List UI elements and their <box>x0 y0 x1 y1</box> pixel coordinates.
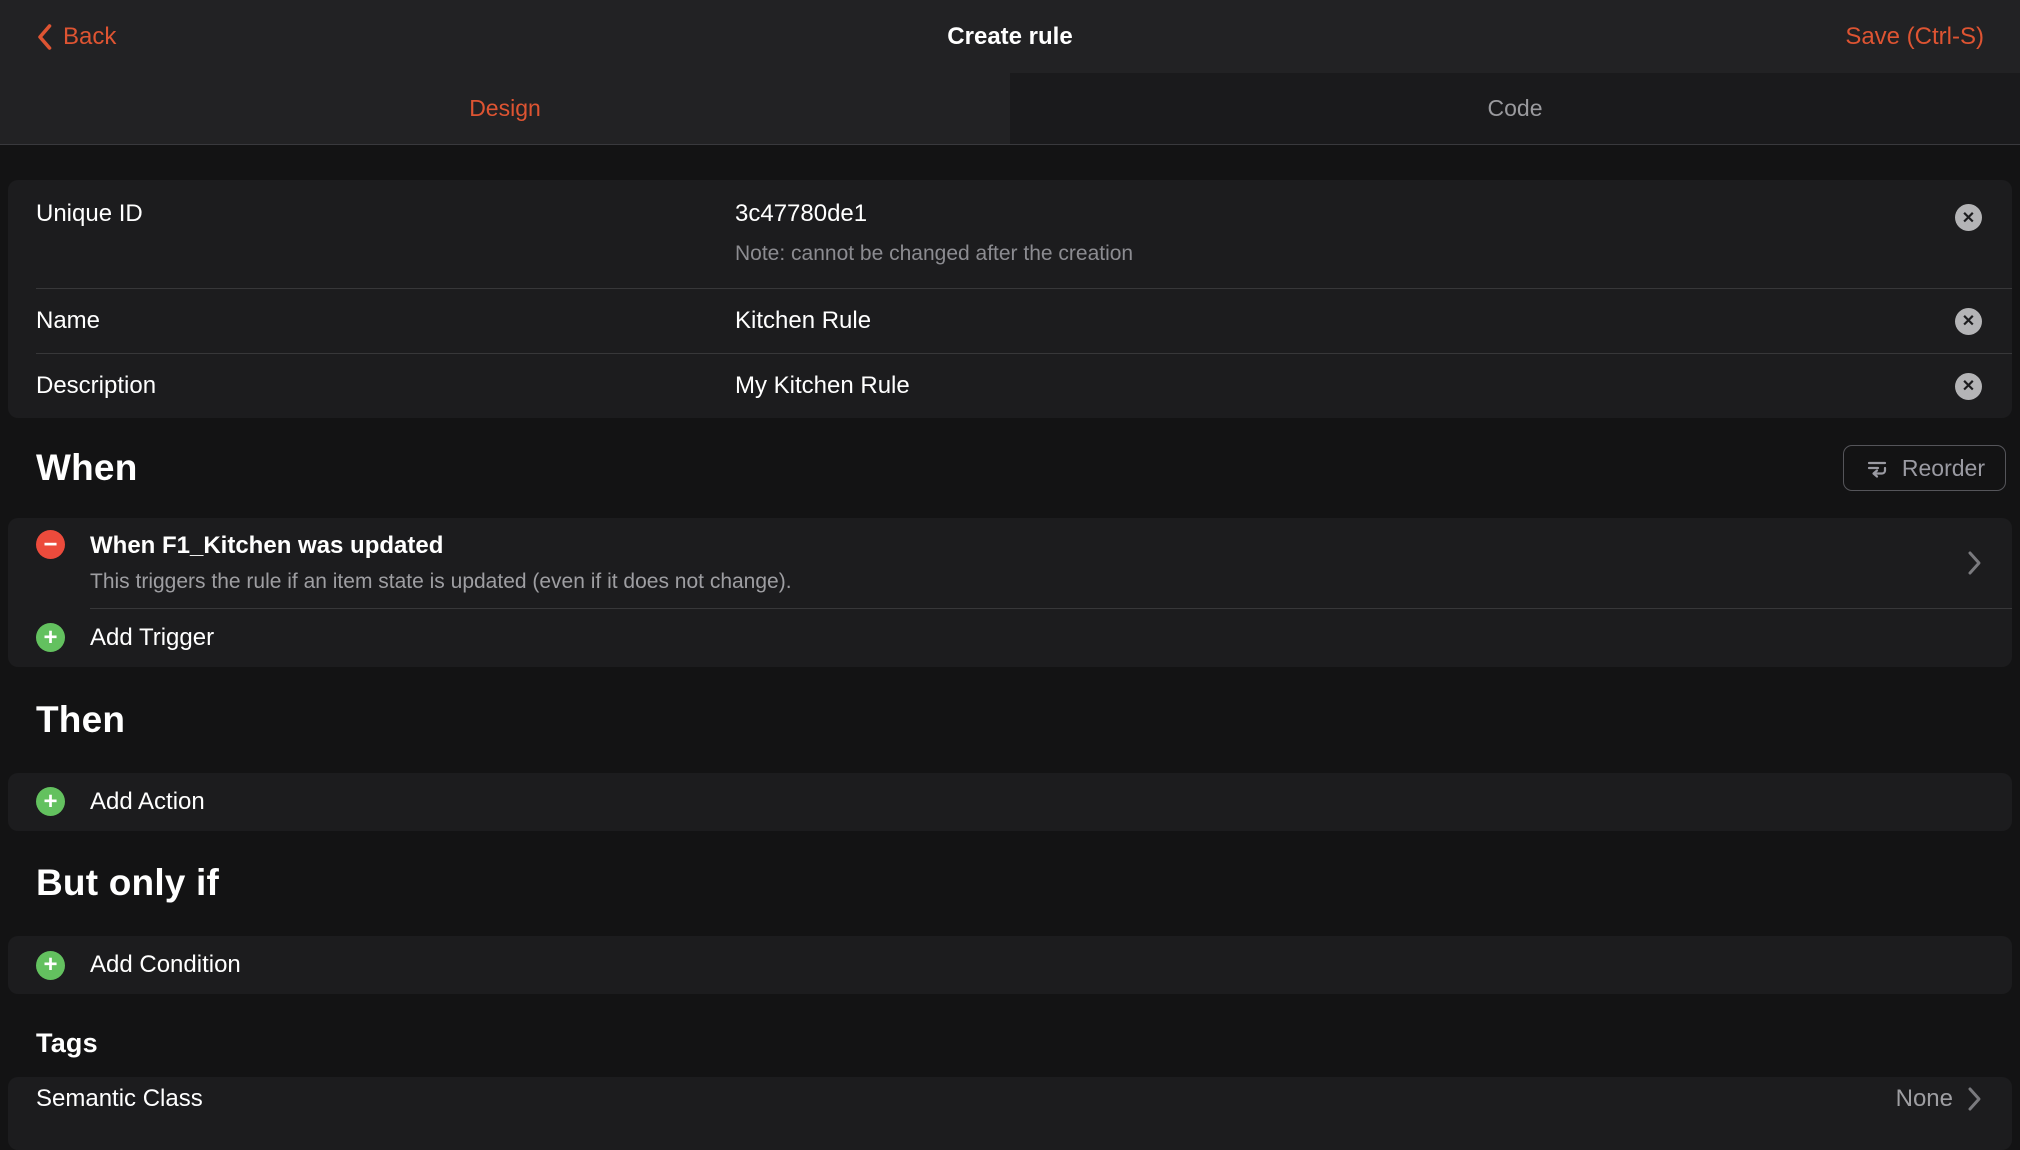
unique-id-row[interactable]: Unique ID 3c47780de1 Note: cannot be cha… <box>8 180 2012 288</box>
semantic-class-row[interactable]: Semantic Class None <box>8 1077 2012 1150</box>
save-button[interactable]: Save (Ctrl-S) <box>1845 23 1984 51</box>
back-label: Back <box>63 23 116 51</box>
reorder-label: Reorder <box>1902 455 1985 482</box>
chevron-left-icon <box>36 23 53 51</box>
add-trigger-label: Add Trigger <box>90 624 214 652</box>
trigger-title: When F1_Kitchen was updated <box>90 530 1947 562</box>
reorder-icon <box>1864 455 1890 481</box>
spacer <box>0 145 2020 180</box>
add-action-button[interactable]: + Add Action <box>8 773 2012 831</box>
condition-section-header: But only if <box>0 831 2020 936</box>
trigger-body: When F1_Kitchen was updated This trigger… <box>90 530 1947 596</box>
semantic-class-value: None <box>1896 1085 1953 1113</box>
description-label: Description <box>36 372 735 400</box>
chevron-right-icon <box>1967 550 1982 576</box>
add-condition-label: Add Condition <box>90 951 241 979</box>
plus-circle-icon: + <box>36 787 65 816</box>
clear-circle-icon[interactable]: ✕ <box>1955 373 1982 400</box>
but-only-if-title: But only if <box>36 862 219 904</box>
create-rule-page: Back Create rule Save (Ctrl-S) Design Co… <box>0 0 2020 1150</box>
trigger-row[interactable]: − When F1_Kitchen was updated This trigg… <box>8 518 2012 608</box>
unique-id-note: Note: cannot be changed after the creati… <box>735 242 1133 266</box>
back-button[interactable]: Back <box>36 23 116 51</box>
reorder-button[interactable]: Reorder <box>1843 445 2006 491</box>
name-row[interactable]: Name Kitchen Rule ✕ <box>8 289 2012 353</box>
when-title: When <box>36 447 138 489</box>
rule-meta-card: Unique ID 3c47780de1 Note: cannot be cha… <box>8 180 2012 418</box>
chevron-right-icon <box>1967 1086 1982 1112</box>
clear-circle-icon[interactable]: ✕ <box>1955 204 1982 231</box>
tab-bar: Design Code <box>0 73 2020 145</box>
description-row[interactable]: Description My Kitchen Rule ✕ <box>8 354 2012 418</box>
unique-id-field[interactable]: 3c47780de1 Note: cannot be changed after… <box>735 200 1133 266</box>
tab-design[interactable]: Design <box>0 73 1010 144</box>
add-action-label: Add Action <box>90 788 205 816</box>
plus-circle-icon: + <box>36 951 65 980</box>
name-value[interactable]: Kitchen Rule <box>735 307 871 335</box>
description-value[interactable]: My Kitchen Rule <box>735 372 910 400</box>
unique-id-label: Unique ID <box>36 200 735 228</box>
then-section-header: Then <box>0 667 2020 773</box>
then-title: Then <box>36 699 125 741</box>
unique-id-value[interactable]: 3c47780de1 <box>735 200 1133 228</box>
add-condition-button[interactable]: + Add Condition <box>8 936 2012 994</box>
plus-circle-icon: + <box>36 623 65 652</box>
add-trigger-button[interactable]: + Add Trigger <box>8 609 2012 667</box>
tab-code[interactable]: Code <box>1010 73 2020 144</box>
tags-title: Tags <box>36 1028 98 1059</box>
minus-circle-icon[interactable]: − <box>36 530 65 559</box>
semantic-class-value-wrap: None <box>1896 1085 1982 1113</box>
triggers-card: − When F1_Kitchen was updated This trigg… <box>8 518 2012 667</box>
name-label: Name <box>36 307 735 335</box>
actions-card: + Add Action <box>8 773 2012 831</box>
tags-section-header: Tags <box>0 994 2020 1077</box>
tags-card: Semantic Class None <box>8 1077 2012 1150</box>
trigger-subtitle: This triggers the rule if an item state … <box>90 568 1947 595</box>
conditions-card: + Add Condition <box>8 936 2012 994</box>
clear-circle-icon[interactable]: ✕ <box>1955 308 1982 335</box>
semantic-class-label: Semantic Class <box>36 1085 735 1113</box>
when-section-header: When Reorder <box>0 418 2020 518</box>
navbar: Back Create rule Save (Ctrl-S) <box>0 0 2020 73</box>
page-title: Create rule <box>0 23 2020 51</box>
